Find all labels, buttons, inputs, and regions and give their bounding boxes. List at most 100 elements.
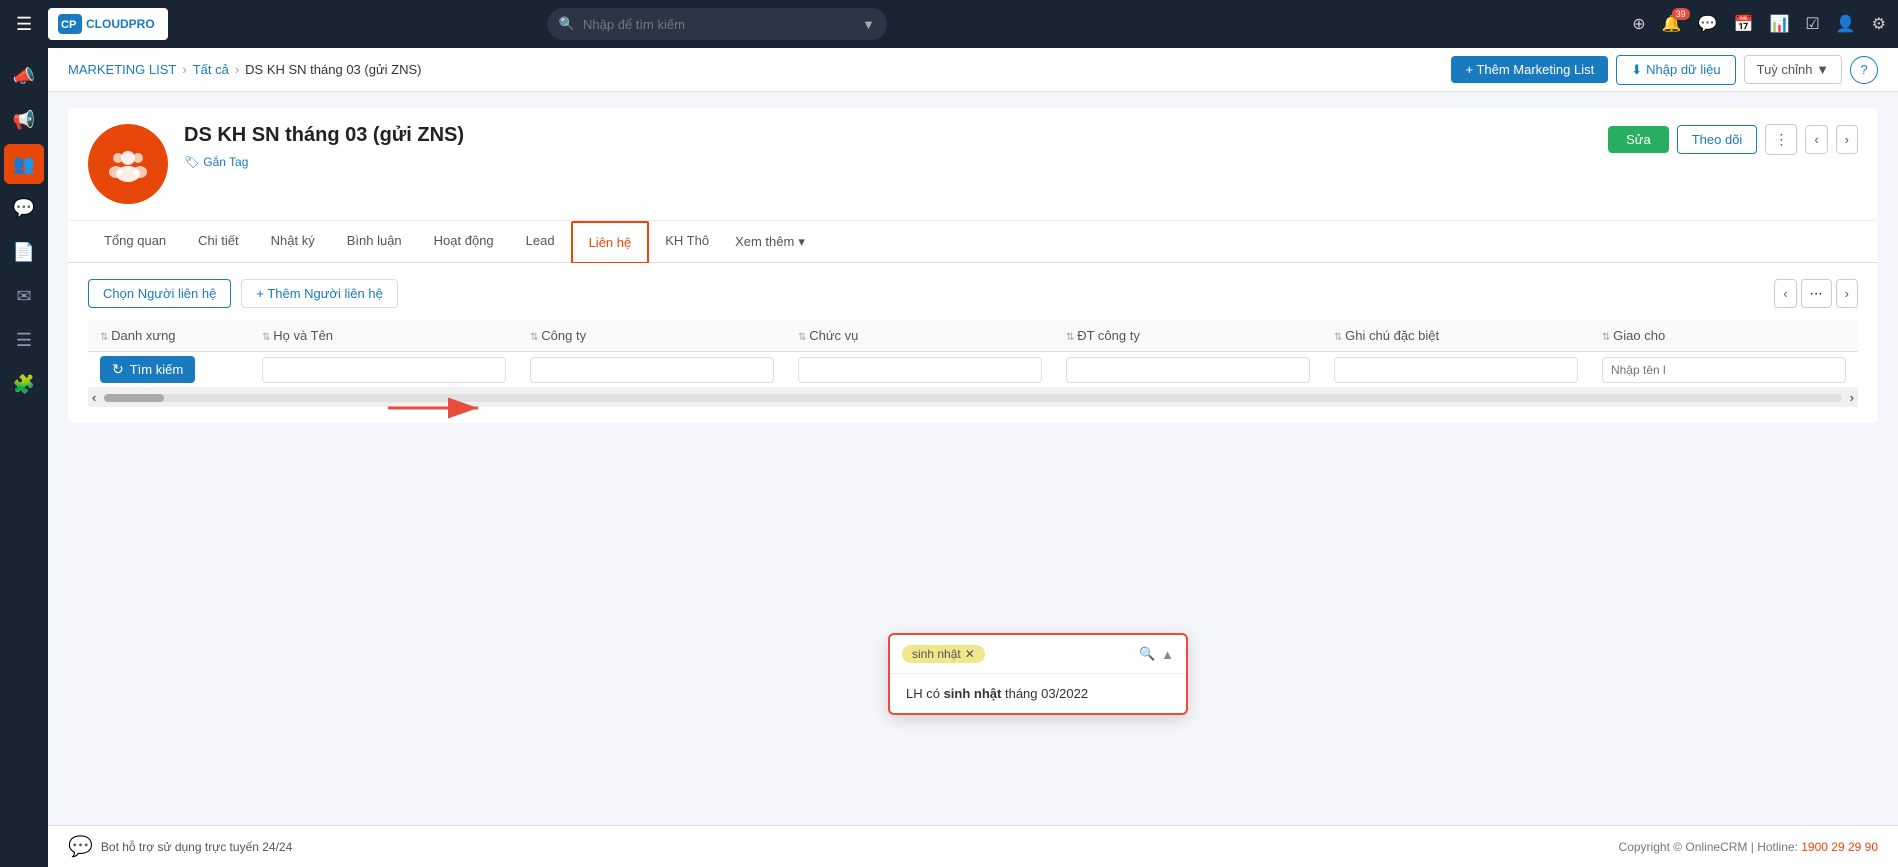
tab-tong-quan[interactable]: Tổng quan bbox=[88, 221, 182, 262]
search-input[interactable] bbox=[583, 17, 854, 32]
col-ho-va-ten[interactable]: ⇅ Họ và Tên bbox=[250, 320, 518, 352]
search-cell-1 bbox=[250, 352, 518, 388]
sort-icon: ⇅ bbox=[262, 332, 273, 343]
add-icon[interactable]: ⊕ bbox=[1632, 14, 1645, 34]
prev-record-button[interactable]: ‹ bbox=[1805, 125, 1827, 154]
tab-binh-luan[interactable]: Bình luận bbox=[331, 221, 418, 262]
search-phone-input[interactable] bbox=[1066, 357, 1310, 383]
chat-icon[interactable]: 💬 bbox=[1698, 14, 1718, 34]
sort-icon: ⇅ bbox=[100, 332, 111, 343]
chevron-down-icon: ▼ bbox=[1816, 62, 1829, 77]
messenger-icon[interactable]: 💬 bbox=[68, 834, 93, 859]
col-danh-xung[interactable]: ⇅ Danh xưng bbox=[88, 320, 250, 352]
svg-text:CLOUDPRO: CLOUDPRO bbox=[86, 17, 155, 31]
sidebar-item-email[interactable]: ✉ bbox=[4, 276, 44, 316]
search-assignee-input[interactable] bbox=[1602, 357, 1846, 383]
next-record-button[interactable]: › bbox=[1836, 125, 1858, 154]
add-marketing-list-button[interactable]: + Thêm Marketing List bbox=[1451, 56, 1608, 83]
download-icon: ⬇ bbox=[1631, 62, 1642, 78]
tab-lead[interactable]: Lead bbox=[510, 221, 571, 262]
sidebar: 📣 📢 👥 💬 📄 ✉ ☰ 🧩 bbox=[0, 48, 48, 867]
page-content: DS KH SN tháng 03 (gửi ZNS) 🏷 Gắn Tag Sử… bbox=[48, 92, 1898, 825]
breadcrumb-marketing-list[interactable]: MARKETING LIST bbox=[68, 62, 176, 77]
sidebar-item-speaker[interactable]: 📢 bbox=[4, 100, 44, 140]
col-giao-cho[interactable]: ⇅ Giao cho bbox=[1590, 320, 1858, 352]
more-options-button[interactable]: ⋮ bbox=[1765, 124, 1797, 155]
notification-icon[interactable]: 🔔 39 bbox=[1662, 14, 1682, 34]
tasks-icon[interactable]: ☑ bbox=[1805, 14, 1819, 34]
tab-chi-tiet[interactable]: Chi tiết bbox=[182, 221, 254, 262]
scroll-right-icon[interactable]: › bbox=[1846, 390, 1858, 405]
table-more-button[interactable]: ⋯ bbox=[1801, 279, 1832, 308]
theo-doi-button[interactable]: Theo dõi bbox=[1677, 125, 1758, 154]
search-position-input[interactable] bbox=[798, 357, 1042, 383]
scroll-left-icon[interactable]: ‹ bbox=[88, 390, 100, 405]
record-card: DS KH SN tháng 03 (gửi ZNS) 🏷 Gắn Tag Sử… bbox=[68, 108, 1878, 423]
calendar-icon[interactable]: 📅 bbox=[1734, 14, 1754, 34]
user-icon[interactable]: 👤 bbox=[1836, 14, 1856, 34]
filter-collapse-icon[interactable]: ▲ bbox=[1161, 647, 1174, 662]
filter-tag[interactable]: sinh nhật ✕ bbox=[902, 645, 985, 663]
chart-icon[interactable]: 📊 bbox=[1769, 14, 1789, 34]
filter-dropdown-header: sinh nhật ✕ 🔍 ▲ bbox=[890, 635, 1186, 674]
tag-close-icon[interactable]: ✕ bbox=[965, 647, 975, 661]
search-notes-input[interactable] bbox=[1334, 357, 1578, 383]
sort-icon: ⇅ bbox=[1334, 332, 1345, 343]
tab-kh-tho[interactable]: KH Thô bbox=[649, 221, 725, 262]
bottom-bar: 💬 Bot hỗ trợ sử dụng trực tuyến 24/24 Co… bbox=[48, 825, 1898, 867]
hotline-number[interactable]: 1900 29 29 90 bbox=[1801, 840, 1878, 854]
notification-badge: 39 bbox=[1672, 8, 1690, 20]
breadcrumb-sep-2: › bbox=[235, 62, 239, 77]
sidebar-item-chat[interactable]: 💬 bbox=[4, 188, 44, 228]
tab-xem-them[interactable]: Xem thêm ▾ bbox=[725, 222, 815, 262]
add-contact-button[interactable]: + Thêm Người liên hệ bbox=[241, 279, 397, 308]
copyright-section: Copyright © OnlineCRM | Hotline: 1900 29… bbox=[1619, 840, 1878, 854]
sidebar-item-puzzle[interactable]: 🧩 bbox=[4, 364, 44, 404]
help-button[interactable]: ? bbox=[1850, 56, 1878, 84]
horizontal-scrollbar[interactable]: ‹ › bbox=[88, 388, 1858, 407]
col-dt-cong-ty[interactable]: ⇅ ĐT công ty bbox=[1054, 320, 1322, 352]
search-cell-5 bbox=[1322, 352, 1590, 388]
filter-result-text-after: tháng 03/2022 bbox=[1001, 686, 1088, 701]
search-bar[interactable]: 🔍 ▼ bbox=[547, 8, 887, 40]
chevron-down-icon: ▾ bbox=[798, 234, 805, 250]
top-navbar: ☰ CP CLOUDPRO 🔍 ▼ ⊕ 🔔 39 💬 📅 📊 ☑ 👤 ⚙ bbox=[0, 0, 1898, 48]
topnav-icons: ⊕ 🔔 39 💬 📅 📊 ☑ 👤 ⚙ bbox=[1632, 14, 1886, 34]
col-ghi-chu[interactable]: ⇅ Ghi chú đặc biệt bbox=[1322, 320, 1590, 352]
record-title: DS KH SN tháng 03 (gửi ZNS) bbox=[184, 124, 1592, 147]
tab-nhat-ky[interactable]: Nhật ký bbox=[255, 221, 331, 262]
sort-icon: ⇅ bbox=[1066, 332, 1077, 343]
filter-search-icon[interactable]: 🔍 bbox=[1139, 646, 1155, 662]
chat-text: Bot hỗ trợ sử dụng trực tuyến 24/24 bbox=[101, 840, 292, 854]
tag-label[interactable]: 🏷 Gắn Tag bbox=[184, 155, 1592, 169]
sort-icon: ⇅ bbox=[798, 332, 809, 343]
breadcrumb-all[interactable]: Tất cả bbox=[193, 62, 229, 77]
search-button[interactable]: ↻ Tìm kiếm bbox=[100, 356, 195, 383]
tab-lien-he[interactable]: Liên hệ bbox=[571, 221, 650, 264]
table-header-row: ⇅ Danh xưng ⇅ Họ và Tên ⇅ bbox=[88, 320, 1858, 352]
select-contact-button[interactable]: Chọn Người liên hệ bbox=[88, 279, 231, 308]
customize-button[interactable]: Tuỳ chỉnh ▼ bbox=[1744, 55, 1842, 84]
settings-icon[interactable]: ⚙ bbox=[1872, 14, 1886, 34]
import-data-button[interactable]: ⬇ Nhập dữ liệu bbox=[1616, 55, 1735, 85]
hamburger-menu[interactable]: ☰ bbox=[12, 10, 36, 39]
sidebar-item-document[interactable]: 📄 bbox=[4, 232, 44, 272]
table-next-button[interactable]: › bbox=[1836, 279, 1858, 308]
search-name-input[interactable] bbox=[262, 357, 506, 383]
col-chuc-vu[interactable]: ⇅ Chức vụ bbox=[786, 320, 1054, 352]
search-icon: 🔍 bbox=[559, 16, 575, 32]
search-cell-3 bbox=[786, 352, 1054, 388]
sidebar-item-contacts[interactable]: 👥 bbox=[4, 144, 44, 184]
tag-icon: 🏷 bbox=[184, 155, 199, 169]
sidebar-item-megaphone[interactable]: 📣 bbox=[4, 56, 44, 96]
col-cong-ty[interactable]: ⇅ Công ty bbox=[518, 320, 786, 352]
tab-hoat-dong[interactable]: Hoạt động bbox=[418, 221, 510, 262]
table-prev-button[interactable]: ‹ bbox=[1774, 279, 1796, 308]
sidebar-item-list[interactable]: ☰ bbox=[4, 320, 44, 360]
tabs-bar: Tổng quan Chi tiết Nhật ký Bình luận Hoạ… bbox=[68, 221, 1878, 263]
filter-result-item[interactable]: LH có sinh nhật tháng 03/2022 bbox=[890, 674, 1186, 713]
search-company-input[interactable] bbox=[530, 357, 774, 383]
edit-button[interactable]: Sửa bbox=[1608, 126, 1669, 153]
search-cell-6 bbox=[1590, 352, 1858, 388]
filter-keyword: sinh nhật bbox=[944, 686, 1002, 701]
